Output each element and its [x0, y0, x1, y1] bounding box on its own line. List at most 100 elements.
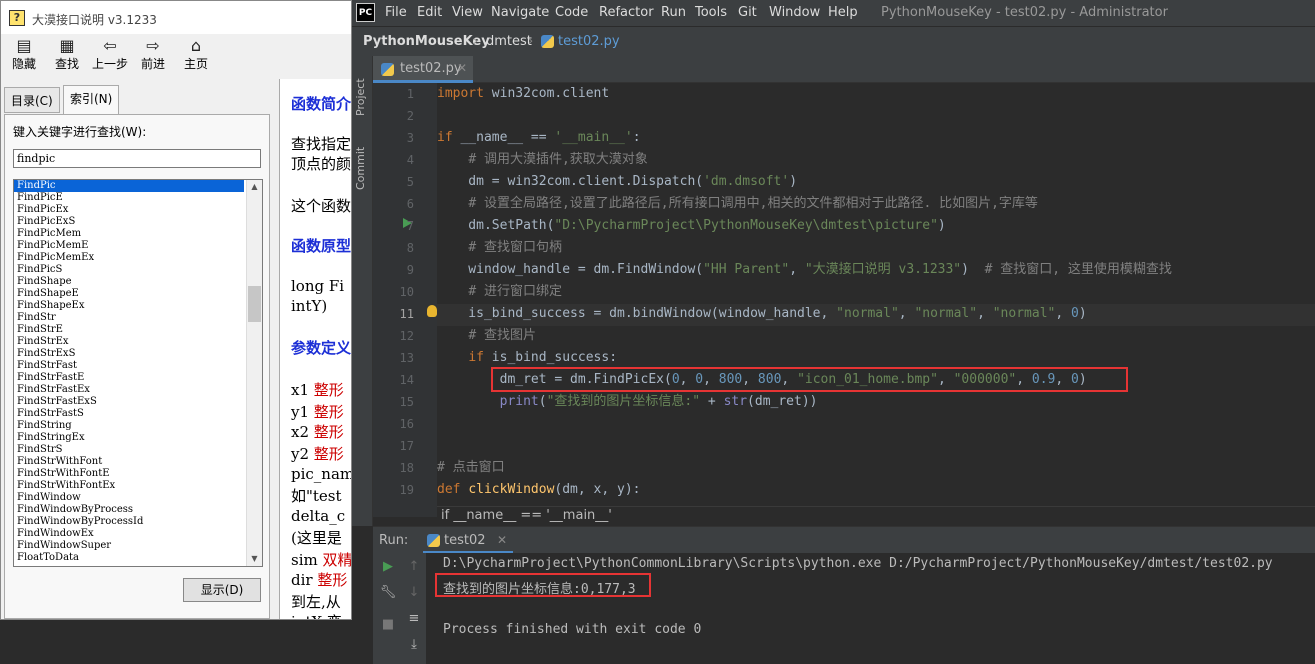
line-number: 10 — [399, 285, 414, 299]
keyword-list[interactable]: FindPic FindPicE FindPicEx FindPicExS FindPi… — [13, 179, 263, 567]
keyword-list-item[interactable]: FindPicS — [14, 264, 244, 276]
keyword-list-item[interactable]: FindStrWithFont — [14, 456, 244, 468]
keyword-list-item[interactable]: FindShapeE — [14, 288, 244, 300]
keyword-list-scrollbar[interactable]: ▲ ▼ — [246, 180, 262, 566]
keyword-list-item[interactable]: FindWindowByProcessId — [14, 516, 244, 528]
stop-icon[interactable]: ■ — [378, 617, 398, 632]
code-line[interactable]: # 调用大漠插件,获取大漠对象 — [437, 149, 647, 171]
keyword-list-item[interactable]: FindStrWithFontEx — [14, 480, 244, 492]
keyword-list-item[interactable]: FindPicExS — [14, 216, 244, 228]
keyword-list-item[interactable]: FindWindowSuper — [14, 540, 244, 552]
menu-edit[interactable]: Edit — [417, 5, 442, 20]
show-button[interactable]: 显示(D) — [183, 578, 261, 602]
keyword-list-item[interactable]: FindStringEx — [14, 432, 244, 444]
keyword-list-item[interactable]: FindWindowByProcess — [14, 504, 244, 516]
wrench-icon[interactable]: 🔧︎ — [378, 585, 398, 600]
keyword-list-item[interactable]: FindShape — [14, 276, 244, 288]
menu-refactor[interactable]: Refactor — [599, 5, 654, 20]
keyword-list-item[interactable]: FindPicEx — [14, 204, 244, 216]
keyword-list-item[interactable]: FindStrS — [14, 444, 244, 456]
help-content-line: 这个函数 — [291, 197, 352, 215]
keyword-list-item[interactable]: FindStrE — [14, 324, 244, 336]
keyword-list-item[interactable]: FindShapeEx — [14, 300, 244, 312]
fold-hint-text[interactable]: if __name__ == '__main__' — [441, 508, 612, 523]
menu-help[interactable]: Help — [828, 5, 858, 20]
keyword-list-item[interactable]: FindPicMem — [14, 228, 244, 240]
code-editor[interactable]: import win32com.client if __name__ == '__… — [437, 83, 1315, 517]
python-file-icon — [381, 63, 394, 76]
code-line[interactable]: import win32com.client — [437, 83, 609, 105]
menu-file[interactable]: File — [385, 5, 407, 20]
menu-code[interactable]: Code — [555, 5, 588, 20]
keyword-list-item[interactable]: FindStrFastEx — [14, 384, 244, 396]
run-console[interactable]: D:\PycharmProject\PythonCommonLibrary\Sc… — [426, 553, 1315, 664]
help-content-line: 参数定义 — [291, 339, 352, 357]
scrollbar-thumb[interactable] — [248, 286, 261, 322]
soft-wrap-icon[interactable]: ≡ — [404, 611, 424, 626]
menu-view[interactable]: View — [452, 5, 483, 20]
code-line[interactable]: dm.SetPath("D:\PycharmProject\PythonMous… — [437, 215, 945, 237]
keyword-list-item[interactable]: FloatToData — [14, 552, 244, 564]
keyword-list-item[interactable]: FindStrFastS — [14, 408, 244, 420]
toolbar-home-button[interactable]: ⌂ 主页 — [175, 36, 217, 76]
scroll-down-icon[interactable]: ▼ — [247, 552, 262, 566]
keyword-input[interactable]: findpic — [13, 149, 261, 168]
menu-git[interactable]: Git — [738, 5, 757, 20]
code-line[interactable]: if __name__ == '__main__': — [437, 127, 641, 149]
intention-bulb-icon[interactable] — [427, 305, 437, 317]
keyword-list-item[interactable]: FindStrWithFontE — [14, 468, 244, 480]
tab-index[interactable]: 索引(N) — [63, 85, 120, 115]
code-line[interactable]: # 查找图片 — [437, 325, 536, 347]
keyword-list-item[interactable]: FindStrExS — [14, 348, 244, 360]
code-token: # 查找窗口句柄 — [468, 240, 562, 255]
code-line[interactable]: print("查找到的图片坐标信息:" + str(dm_ret)) — [437, 391, 818, 413]
home-icon: ⌂ — [190, 36, 202, 55]
code-line[interactable]: # 进行窗口绑定 — [437, 281, 562, 303]
keyword-list-item[interactable]: FindStr — [14, 312, 244, 324]
code-line[interactable]: # 点击窗口 — [437, 457, 505, 479]
project-tool-tab[interactable]: Project — [354, 66, 371, 116]
close-tab-icon[interactable]: ✕ — [457, 61, 467, 75]
code-line[interactable]: if is_bind_success: — [437, 347, 617, 369]
keyword-list-item[interactable]: FindStrFastE — [14, 372, 244, 384]
menu-navigate[interactable]: Navigate — [491, 5, 549, 20]
menu-run[interactable]: Run — [661, 5, 686, 20]
toolbar-hide-button[interactable]: ▤ 隐藏 — [3, 36, 45, 76]
rerun-icon[interactable]: ▶ — [378, 559, 398, 574]
scroll-down-icon[interactable]: ↓ — [404, 585, 424, 600]
close-run-tab-icon[interactable]: ✕ — [497, 533, 507, 547]
toolbar-forward-button[interactable]: ⇨ 前进 — [132, 36, 174, 76]
code-line[interactable]: window_handle = dm.FindWindow("HH Parent… — [437, 259, 1172, 281]
toolbar-find-button[interactable]: ▦ 查找 — [46, 36, 88, 76]
editor-tab-test02[interactable]: test02.py ✕ — [373, 56, 473, 83]
keyword-list-item[interactable]: FindWindowEx — [14, 528, 244, 540]
run-tab[interactable]: test02 ✕ — [423, 527, 513, 554]
breadcrumb-file[interactable]: test02.py — [558, 34, 620, 49]
keyword-list-item[interactable]: FindStrEx — [14, 336, 244, 348]
keyword-list-item[interactable]: FindPicE — [14, 192, 244, 204]
breadcrumb-folder[interactable]: dmtest — [486, 34, 532, 49]
code-line[interactable]: dm = win32com.client.Dispatch('dm.dmsoft… — [437, 171, 797, 193]
code-token: win32com.client — [491, 86, 610, 101]
keyword-list-item[interactable]: FindStrFastExS — [14, 396, 244, 408]
keyword-list-item[interactable]: FindWindow — [14, 492, 244, 504]
code-line[interactable]: def clickWindow(dm, x, y): — [437, 479, 641, 501]
breadcrumb-project[interactable]: PythonMouseKey — [363, 34, 490, 49]
code-line[interactable]: is_bind_success = dm.bindWindow(window_h… — [437, 303, 1086, 325]
keyword-list-item[interactable]: FindStrFast — [14, 360, 244, 372]
code-token: , — [977, 306, 993, 321]
commit-tool-tab[interactable]: Commit — [354, 140, 371, 190]
code-line[interactable]: # 设置全局路径,设置了此路径后,所有接口调用中,相关的文件都相对于此路径. 比… — [437, 193, 1038, 215]
keyword-list-item[interactable]: FindString — [14, 420, 244, 432]
menu-window[interactable]: Window — [769, 5, 820, 20]
keyword-list-item[interactable]: FindPicMemEx — [14, 252, 244, 264]
scroll-up-icon[interactable]: ▲ — [247, 180, 262, 194]
tab-contents[interactable]: 目录(C) — [4, 87, 60, 113]
scroll-to-end-icon[interactable]: ⤓ — [404, 637, 424, 652]
menu-tools[interactable]: Tools — [695, 5, 727, 20]
keyword-list-item[interactable]: FindPic — [14, 180, 244, 192]
scroll-up-icon[interactable]: ↑ — [404, 559, 424, 574]
code-line[interactable]: # 查找窗口句柄 — [437, 237, 562, 259]
keyword-list-item[interactable]: FindPicMemE — [14, 240, 244, 252]
toolbar-back-button[interactable]: ⇦ 上一步 — [89, 36, 131, 76]
